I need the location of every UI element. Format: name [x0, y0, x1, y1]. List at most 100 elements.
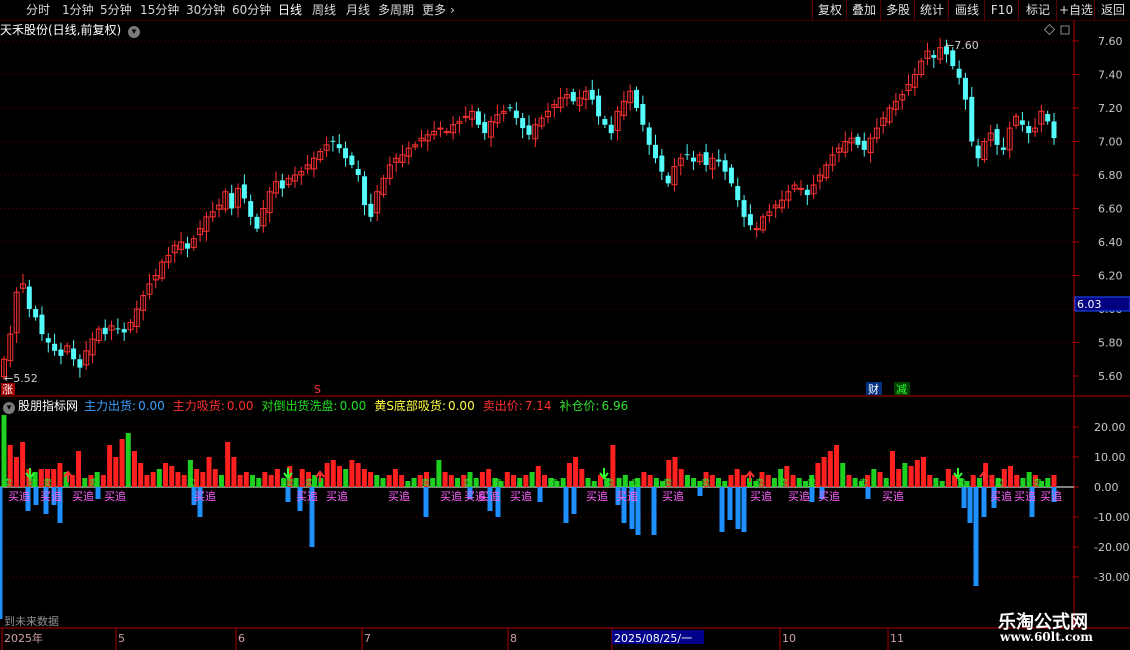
candle-body[interactable] [254, 216, 260, 229]
period-tab-3[interactable]: 15分钟 [140, 2, 179, 18]
toolbar-button-1[interactable]: 叠加 [846, 0, 881, 20]
candle-body[interactable] [690, 157, 696, 162]
candle-body[interactable] [570, 91, 576, 102]
candle-body[interactable] [931, 55, 937, 58]
candle-body[interactable] [115, 328, 121, 330]
candle-body[interactable] [969, 96, 975, 142]
candle-body[interactable] [26, 286, 32, 309]
candle-body[interactable] [52, 343, 58, 351]
candle-body[interactable] [77, 359, 83, 368]
candle-body[interactable] [634, 89, 640, 108]
period-tab-1[interactable]: 1分钟 [62, 2, 94, 18]
period-tab-9[interactable]: 多周期 [378, 2, 414, 18]
stock-title[interactable]: 天禾股份(日线,前复权) [0, 23, 121, 37]
candle-body[interactable] [526, 125, 532, 135]
candle-body[interactable] [248, 201, 254, 217]
candle-body[interactable] [596, 95, 602, 117]
candle-body[interactable] [349, 155, 355, 165]
period-tab-7[interactable]: 周线 [312, 2, 336, 18]
candle-body[interactable] [443, 130, 450, 133]
period-tab-4[interactable]: 30分钟 [186, 2, 225, 18]
candle-body[interactable] [45, 338, 51, 343]
candle-body[interactable] [602, 119, 608, 125]
candle-body[interactable] [684, 154, 690, 156]
candle-body[interactable] [102, 327, 108, 335]
candle-body[interactable] [975, 145, 981, 159]
chart-area[interactable]: 7.607.407.207.006.806.606.406.206.005.80… [0, 20, 1130, 650]
candle-body[interactable] [279, 180, 285, 189]
diamond-icon[interactable] [1043, 23, 1056, 36]
candle-body[interactable] [741, 200, 747, 217]
candle-body[interactable] [368, 203, 374, 217]
period-tab-8[interactable]: 月线 [346, 2, 370, 18]
period-tab-5[interactable]: 60分钟 [232, 2, 271, 18]
candle-body[interactable] [507, 107, 513, 109]
candle-body[interactable] [747, 214, 753, 226]
candle-body[interactable] [184, 243, 190, 249]
candle-body[interactable] [640, 103, 646, 125]
candle-body[interactable] [39, 314, 45, 335]
candle-body[interactable] [855, 136, 861, 145]
candle-body[interactable] [1045, 114, 1051, 122]
candle-body[interactable] [343, 148, 349, 159]
candle-body[interactable] [71, 348, 77, 360]
toolbar-button-2[interactable]: 多股 [880, 0, 915, 20]
candle-body[interactable] [804, 189, 810, 196]
candle-body[interactable] [437, 127, 444, 130]
toolbar-button-0[interactable]: 复权 [812, 0, 847, 20]
candle-body[interactable] [1026, 126, 1032, 134]
candle-body[interactable] [1051, 121, 1057, 139]
toolbar-button-7[interactable]: +自选 [1056, 0, 1095, 20]
candle-body[interactable] [520, 118, 526, 129]
candle-body[interactable] [722, 160, 728, 172]
period-tab-6[interactable]: 日线 [278, 2, 302, 18]
toolbar-button-6[interactable]: 标记 [1018, 0, 1057, 20]
candle-body[interactable] [229, 193, 235, 209]
candle-body[interactable] [589, 89, 595, 100]
candle-body[interactable] [121, 329, 127, 333]
candle-body[interactable] [665, 175, 671, 184]
candle-body[interactable] [735, 186, 741, 201]
candle-body[interactable] [1000, 147, 1006, 150]
candle-body[interactable] [950, 50, 956, 67]
candle-body[interactable] [861, 140, 867, 150]
candle-body[interactable] [728, 167, 734, 184]
candle-body[interactable] [608, 124, 614, 134]
more-button[interactable]: 更多 [422, 2, 446, 18]
toolbar-button-4[interactable]: 画线 [948, 0, 985, 20]
candle-body[interactable] [33, 309, 39, 318]
candle-body[interactable] [330, 140, 336, 142]
candle-body[interactable] [513, 110, 519, 119]
candle-body[interactable] [362, 176, 368, 206]
candle-body[interactable] [703, 152, 709, 165]
square-icon[interactable] [1060, 25, 1070, 35]
candle-body[interactable] [646, 127, 652, 145]
candle-body[interactable] [753, 228, 760, 231]
toolbar-button-5[interactable]: F10 [984, 0, 1019, 20]
candle-body[interactable] [336, 144, 342, 149]
candle-body[interactable] [797, 187, 804, 190]
candle-body[interactable] [475, 111, 481, 125]
candle-body[interactable] [716, 159, 722, 162]
candle-body[interactable] [1019, 120, 1025, 125]
candle-body[interactable] [994, 129, 1000, 145]
chevron-right-icon[interactable]: › [450, 2, 455, 18]
toolbar-button-8[interactable]: 返回 [1094, 0, 1130, 20]
candle-body[interactable] [482, 122, 488, 134]
candle-body[interactable] [58, 349, 64, 356]
candle-body[interactable] [355, 168, 361, 175]
date-label: 5 [118, 632, 125, 645]
indicator-title[interactable]: 股朋指标网 [18, 399, 78, 413]
sell-signal: 卖 [1033, 478, 1042, 489]
toolbar-button-3[interactable]: 统计 [914, 0, 949, 20]
dropdown-icon[interactable]: ▾ [128, 26, 141, 38]
histogram-bar [82, 478, 88, 487]
candle-body[interactable] [956, 68, 962, 78]
period-tab-2[interactable]: 5分钟 [100, 2, 132, 18]
candle-body[interactable] [653, 144, 659, 159]
candle-body[interactable] [962, 77, 968, 100]
dropdown-icon[interactable]: ▾ [3, 402, 15, 414]
period-tab-0[interactable]: 分时 [26, 2, 50, 18]
candle-body[interactable] [659, 155, 665, 172]
candle-body[interactable] [241, 184, 247, 199]
